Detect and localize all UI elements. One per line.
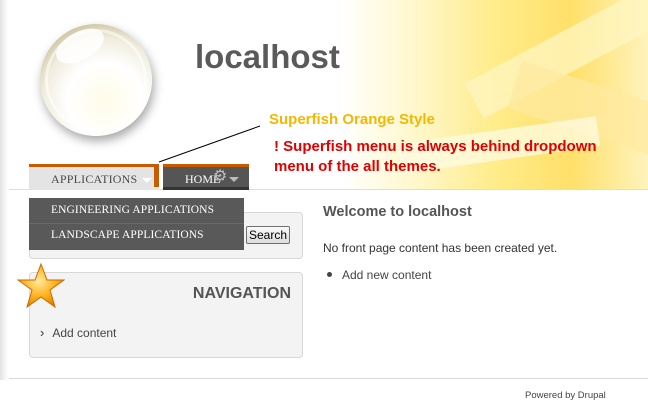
dropdown-item-engineering[interactable]: ENGINEERING APPLICATIONS: [51, 204, 214, 216]
menu-accent-bar: [154, 164, 159, 187]
chevron-down-icon: [142, 178, 152, 183]
dropdown-divider: [29, 223, 244, 224]
bullet-icon: [327, 272, 332, 278]
chevron-right-icon: ›: [40, 325, 45, 340]
menu-item-applications[interactable]: APPLICATIONS: [29, 164, 159, 190]
menu-item-label: APPLICATIONS: [51, 172, 138, 186]
site-logo[interactable]: [40, 24, 152, 136]
search-button[interactable]: Search: [246, 226, 290, 244]
annotation-note-line: ! Superfish menu is always behind dropdo…: [274, 138, 597, 155]
page-title: Welcome to localhost: [323, 204, 472, 220]
site-name[interactable]: localhost: [195, 38, 340, 76]
star-icon: [17, 263, 65, 309]
annotation-note-line: menu of the all themes.: [274, 158, 441, 175]
dropdown-item-landscape[interactable]: LANDSCAPE APPLICATIONS: [51, 229, 204, 241]
menu-shadow: [163, 187, 249, 190]
add-new-content-link[interactable]: Add new content: [327, 268, 431, 282]
page: localhost Superfish Orange Style ! Super…: [0, 0, 648, 416]
applications-dropdown: ENGINEERING APPLICATIONS LANDSCAPE APPLI…: [29, 198, 244, 250]
navigation-item-label: Add content: [52, 326, 117, 340]
page-left-shadow: [0, 0, 9, 380]
link-label: Add new content: [342, 268, 432, 282]
navigation-item-add-content[interactable]: › Add content: [40, 325, 116, 340]
footer-divider: [9, 378, 648, 379]
navigation-title: NAVIGATION: [192, 285, 291, 302]
footer-powered-by[interactable]: Powered by Drupal: [525, 390, 606, 401]
front-page-message: No front page content has been created y…: [323, 241, 558, 255]
gear-icon: ⚙: [213, 168, 228, 185]
annotation-title: Superfish Orange Style: [269, 111, 435, 128]
navigation-block: NAVIGATION › Add content: [29, 272, 303, 358]
chevron-down-icon: [229, 177, 239, 182]
annotation-note: ! Superfish menu is always behind dropdo…: [274, 137, 644, 177]
